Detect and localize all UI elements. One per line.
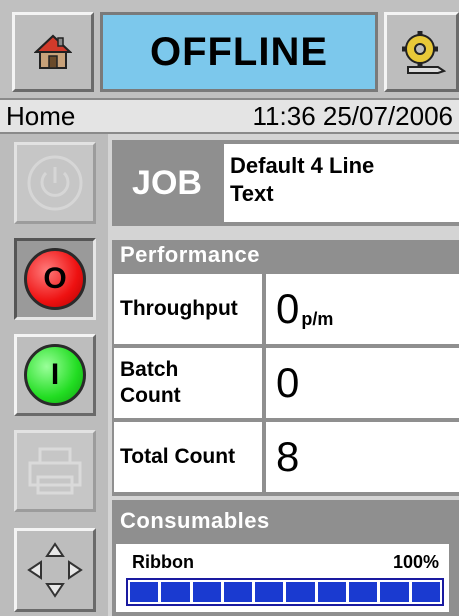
navigate-button[interactable] [14,528,96,612]
batch-count-label: Batch Count [114,348,262,418]
home-icon [34,34,72,69]
gear-wrench-icon [401,31,446,74]
stop-indicator: O [24,248,86,310]
home-button[interactable] [12,12,94,92]
ribbon-gauge[interactable]: Ribbon 100% [116,544,449,612]
performance-header: Performance [112,240,459,270]
throughput-unit: p/m [301,309,334,329]
throughput-value: 0 [276,285,300,332]
batch-count-value: 0 [276,359,300,406]
total-count-value-cell: 8 [266,422,459,492]
throughput-value-cell: 0 p/m [266,274,459,344]
status-text: OFFLINE [149,29,329,74]
ribbon-label: Ribbon [132,552,194,572]
ribbon-level-segment [161,582,190,602]
ribbon-level-segment [286,582,315,602]
start-indicator: I [24,344,86,406]
ribbon-level-segment [255,582,284,602]
ribbon-level-segment [317,582,347,602]
job-panel[interactable]: JOB Default 4 Line Text [112,140,459,226]
location-label: Home [6,100,76,131]
consumables-header: Consumables [120,508,270,533]
ribbon-level-segment [380,582,409,602]
stop-button[interactable]: O [14,238,96,320]
job-name: Default 4 Line Text [224,144,459,222]
ribbon-level-segment [349,582,378,602]
ribbon-level-segment [411,582,440,602]
ribbon-level-segment [130,582,159,602]
power-button[interactable] [14,142,96,224]
total-count-label: Total Count [114,422,262,492]
ribbon-level-segment [223,582,253,602]
print-button[interactable] [14,430,96,512]
status-panel[interactable]: OFFLINE [100,12,378,92]
ribbon-level-segment [192,582,221,602]
batch-count-value-cell: 0 [266,348,459,418]
power-icon [27,155,83,211]
printer-icon [28,447,82,495]
start-button[interactable]: I [14,334,96,416]
start-label: I [50,358,60,391]
stop-label: O [43,262,67,295]
ribbon-level-bar [126,578,444,606]
total-count-value: 8 [276,433,300,480]
info-row: Home 11:36 25/07/2006 [0,98,459,134]
throughput-label: Throughput [114,274,262,344]
arrows-icon [27,542,83,598]
performance-table: Throughput 0 p/m Batch Count 0 Total Cou… [112,270,459,496]
job-label: JOB [132,163,202,202]
ribbon-level-text: 100% [392,552,439,572]
settings-button[interactable] [384,12,459,92]
datetime-label: 11:36 25/07/2006 [252,100,453,131]
